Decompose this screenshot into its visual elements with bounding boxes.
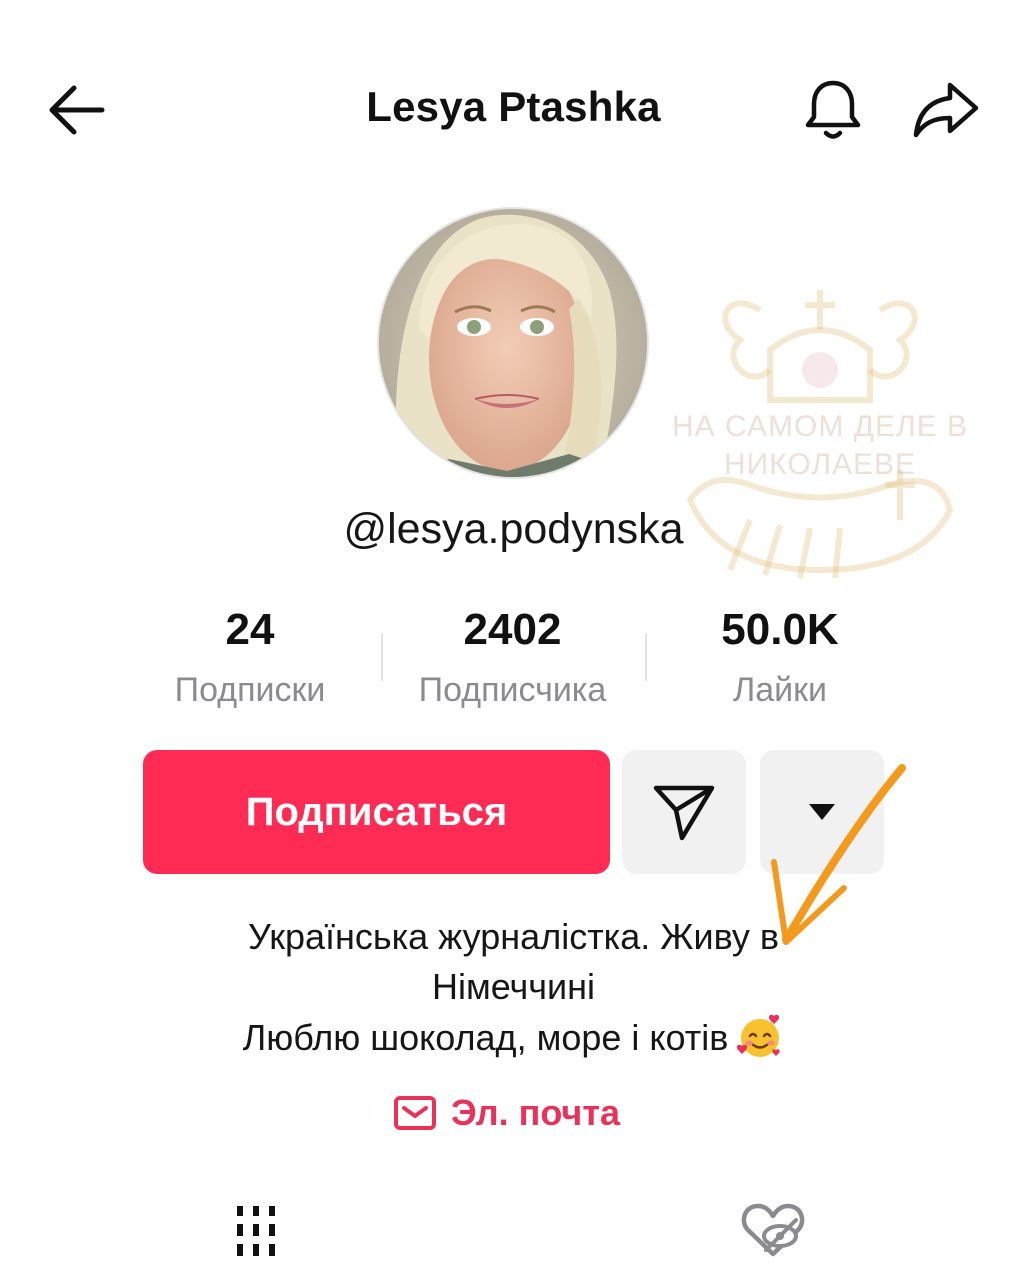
bio-line-3-wrap: Люблю шоколад, море і котів: [0, 1012, 1027, 1063]
stat-following[interactable]: 24 Подписки: [150, 600, 350, 716]
tab-liked[interactable]: [740, 1198, 806, 1260]
share-button[interactable]: [912, 77, 980, 143]
username: @lesya.podynska: [343, 505, 684, 553]
smiling-face-with-hearts-icon: [737, 1014, 781, 1057]
top-bar: Lesya Ptashka: [0, 55, 1027, 165]
bio: Українська журналістка. Живу в Німеччині…: [0, 912, 1027, 1063]
stat-followers-label: Подписчика: [418, 671, 607, 709]
stat-likes[interactable]: 50.0K Лайки: [680, 600, 880, 716]
grid-lines-icon: [237, 1206, 275, 1256]
message-button[interactable]: [622, 750, 746, 874]
profile-title: Lesya Ptashka: [366, 83, 661, 130]
send-message-icon: [653, 785, 715, 841]
watermark-line2: НИКОЛАЕВЕ: [723, 448, 917, 481]
watermark-text: НА САМОМ ДЕЛЕ В НИКОЛАЕВЕ: [650, 408, 990, 484]
bio-line-2: Німеччині: [431, 966, 596, 1007]
caret-down-icon: [809, 804, 835, 820]
email-link[interactable]: Эл. почта: [393, 1088, 620, 1138]
envelope-icon: [394, 1096, 436, 1130]
stat-followers[interactable]: 2402 Подписчика: [390, 600, 635, 716]
watermark-logo: [686, 290, 954, 579]
stat-divider: [381, 633, 383, 681]
stat-following-value: 24: [225, 605, 275, 654]
share-arrow-icon: [913, 82, 979, 138]
avatar[interactable]: [377, 207, 649, 479]
stat-followers-value: 2402: [463, 605, 562, 654]
avatar-photo: [379, 209, 647, 477]
bio-line-3: Люблю шоколад, море і котів: [242, 1017, 729, 1058]
follow-button[interactable]: Подписаться: [143, 750, 610, 874]
email-label: Эл. почта: [451, 1092, 620, 1133]
watermark-line1: НА САМОМ ДЕЛЕ В: [671, 410, 969, 443]
heart-hidden-icon: [741, 1203, 805, 1257]
bio-line-1: Українська журналістка. Живу в: [247, 916, 780, 957]
more-options-button[interactable]: [760, 750, 884, 874]
notifications-button[interactable]: [800, 77, 866, 143]
tab-videos[interactable]: [226, 1200, 286, 1260]
stat-likes-value: 50.0K: [721, 605, 839, 654]
stat-likes-label: Лайки: [732, 671, 828, 709]
bell-icon: [805, 80, 861, 139]
stat-following-label: Подписки: [174, 671, 326, 709]
stat-divider: [645, 633, 647, 681]
